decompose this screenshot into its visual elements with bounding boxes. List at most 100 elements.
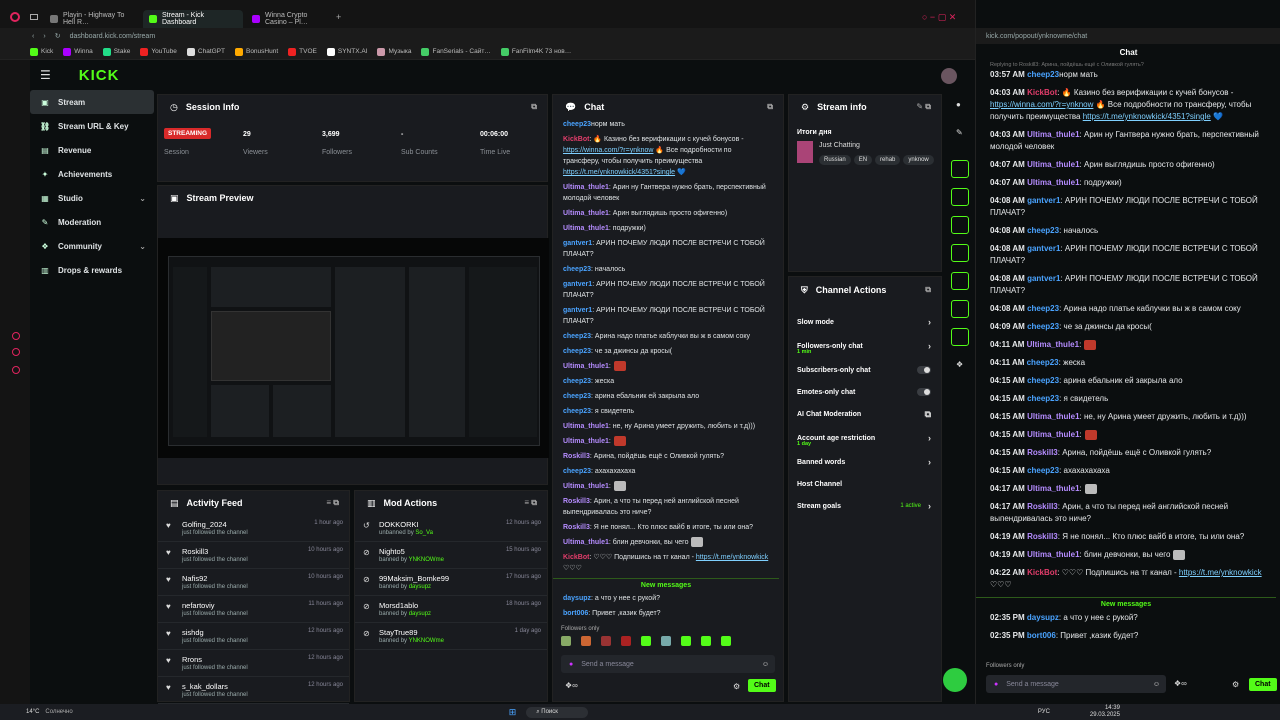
chat-username[interactable]: daysupz <box>563 595 591 602</box>
filter-icon[interactable]: ≡ ⧉ <box>524 498 537 508</box>
filter-icon[interactable]: ≡ ⧉ <box>326 498 339 508</box>
points-icon[interactable]: ❖∞ <box>565 681 578 690</box>
address-bar[interactable]: ‹ › ↻ dashboard.kick.com/stream <box>0 28 975 44</box>
popout-address-bar[interactable]: kick.com/popout/ynknowme/chat <box>976 28 1280 44</box>
avatar[interactable] <box>941 68 957 84</box>
sidebar-item-stream[interactable]: ▣ Stream <box>30 90 154 114</box>
chat-username[interactable]: KickBot <box>563 554 589 561</box>
tool-button-icon[interactable] <box>951 160 969 178</box>
emote-icon[interactable] <box>621 636 631 646</box>
sidebar-app-icon[interactable] <box>12 332 20 340</box>
chat-link[interactable]: https://t.me/ynknowkick/4351?single <box>563 169 675 176</box>
chat-username[interactable]: Ultima_thule1 <box>1027 412 1079 421</box>
chat-username[interactable]: Ultima_thule1 <box>1027 550 1079 559</box>
url-text[interactable]: dashboard.kick.com/stream <box>70 33 156 40</box>
chat-username[interactable]: gantver1 <box>1027 244 1060 253</box>
chat-link[interactable]: https://t.me/ynknowkick/4351?single <box>1083 112 1211 121</box>
chat-username[interactable]: cheep23 <box>1027 226 1059 235</box>
emote-icon[interactable] <box>561 636 571 646</box>
chat-link[interactable]: https://t.me/ynknowkick <box>1179 568 1262 577</box>
bookmark[interactable]: YouTube <box>140 47 177 56</box>
mod-target-username[interactable]: StayTrue89 <box>379 628 418 637</box>
chat-username[interactable]: Ultima_thule1 <box>563 225 609 232</box>
chat-username[interactable]: cheep23 <box>563 408 591 415</box>
chat-username[interactable]: gantver1 <box>1027 274 1060 283</box>
toggle-switch[interactable] <box>917 366 931 374</box>
chat-username[interactable]: cheep23 <box>563 468 591 475</box>
taskbar-search[interactable]: ⌕ Поиск <box>526 706 588 718</box>
tab-kick-dashboard[interactable]: Stream - Kick Dashboard <box>143 10 243 28</box>
bookmark[interactable]: SYNTX.AI <box>326 47 367 56</box>
mod-action-by[interactable]: So_Va <box>415 530 433 536</box>
chat-username[interactable]: Ultima_thule1 <box>563 539 609 546</box>
mic-icon[interactable]: ● <box>569 661 573 668</box>
bookmark[interactable]: FanSerials - Сайт… <box>421 47 491 56</box>
gear-icon[interactable]: ⚙ <box>733 682 740 691</box>
chat-username[interactable]: Ultima_thule1 <box>563 438 609 445</box>
toggle-switch[interactable] <box>917 388 931 396</box>
info-icon[interactable]: ● <box>956 100 961 109</box>
sidebar-app-icon[interactable] <box>12 366 20 374</box>
tab-list-icon[interactable] <box>30 14 38 20</box>
chat-username[interactable]: bort006 <box>563 610 588 617</box>
tool-button-icon[interactable] <box>951 300 969 318</box>
emote-icon[interactable] <box>721 636 731 646</box>
gear-icon[interactable]: ⚙ <box>1232 680 1239 689</box>
chat-username[interactable]: Roskill3 <box>563 524 590 531</box>
chat-username[interactable]: Ultima_thule1 <box>563 210 609 217</box>
url-text[interactable]: kick.com/popout/ynknowme/chat <box>986 33 1087 40</box>
sidebar-item-moderation[interactable]: ✎ Moderation <box>30 210 154 234</box>
popout-icon[interactable]: ⧉ <box>767 102 773 112</box>
chat-username[interactable]: Ultima_thule1 <box>563 423 609 430</box>
chat-link[interactable]: https://t.me/ynknowkick <box>696 554 768 561</box>
menu-icon[interactable]: ☰ <box>40 68 51 82</box>
chat-username[interactable]: cheep23 <box>1027 394 1059 403</box>
channel-action-item[interactable]: Emotes-only chat <box>789 381 941 403</box>
popout-chat-input[interactable]: ● Send a message ☺ <box>986 675 1166 693</box>
emote-icon[interactable] <box>661 636 671 646</box>
assistant-icon[interactable] <box>943 668 967 692</box>
channel-action-item[interactable]: Host Channel <box>789 473 941 495</box>
pencil-icon[interactable]: ✎ <box>956 128 963 137</box>
chat-username[interactable]: cheep23 <box>563 266 591 273</box>
emoji-icon[interactable]: ☺ <box>762 661 769 668</box>
windows-start-icon[interactable]: ⊞ <box>509 707 517 718</box>
channel-action-item[interactable]: Account age restriction 1 day › <box>789 425 941 451</box>
mod-target-username[interactable]: DOKKORKI <box>379 520 419 529</box>
chat-username[interactable]: Ultima_thule1 <box>563 184 609 191</box>
tool-button-icon[interactable] <box>951 272 969 290</box>
back-icon[interactable]: ‹ <box>32 33 34 40</box>
chat-username[interactable]: Roskill3 <box>1027 502 1058 511</box>
sidebar-item-revenue[interactable]: ▤ Revenue <box>30 138 154 162</box>
popout-icon[interactable]: ⧉ <box>531 102 537 112</box>
mod-action-by[interactable]: daysupz <box>409 584 431 590</box>
tag[interactable]: ynknow <box>903 155 934 165</box>
sidebar-item-achievements[interactable]: ✦ Achievements <box>30 162 154 186</box>
activity-username[interactable]: Rrons <box>182 655 202 664</box>
chat-username[interactable]: gantver1 <box>563 307 592 314</box>
chat-username[interactable]: cheep23 <box>1027 358 1059 367</box>
bookmark[interactable]: Winna <box>63 47 93 56</box>
chat-username[interactable]: Ultima_thule1 <box>1027 178 1079 187</box>
chat-username[interactable]: bort006 <box>1027 631 1056 640</box>
activity-username[interactable]: Golfing_2024 <box>182 520 227 529</box>
activity-username[interactable]: nefartoviy <box>182 601 215 610</box>
sidebar-item-community[interactable]: ❖ Community ⌄ <box>30 234 154 258</box>
chat-username[interactable]: gantver1 <box>1027 196 1060 205</box>
category-name[interactable]: Just Chatting <box>819 142 860 149</box>
chat-username[interactable]: Ultima_thule1 <box>1027 484 1079 493</box>
apps-icon[interactable]: ❖ <box>956 360 963 369</box>
sidebar-item-drops[interactable]: ▥ Drops & rewards <box>30 258 154 282</box>
channel-action-item[interactable]: Stream goals 1 active › <box>789 495 941 517</box>
chat-username[interactable]: Roskill3 <box>563 498 590 505</box>
chat-username[interactable]: cheep23 <box>1027 322 1059 331</box>
chat-username[interactable]: Ultima_thule1 <box>563 483 609 490</box>
bookmark[interactable]: FanFilm4K 73 нов… <box>500 47 571 56</box>
tab-playin[interactable]: Playin - Highway To Hell R… <box>44 10 140 28</box>
activity-username[interactable]: Roskill3 <box>182 547 208 556</box>
popout-chat-messages[interactable]: 03:57 AM cheep23норм мать 04:03 AM KickBo… <box>976 69 1276 659</box>
mod-target-username[interactable]: Nighto5 <box>379 547 405 556</box>
send-chat-button[interactable]: Chat <box>748 679 776 692</box>
weather-temp[interactable]: 14°C <box>26 709 39 715</box>
tag[interactable]: Russian <box>819 155 851 165</box>
